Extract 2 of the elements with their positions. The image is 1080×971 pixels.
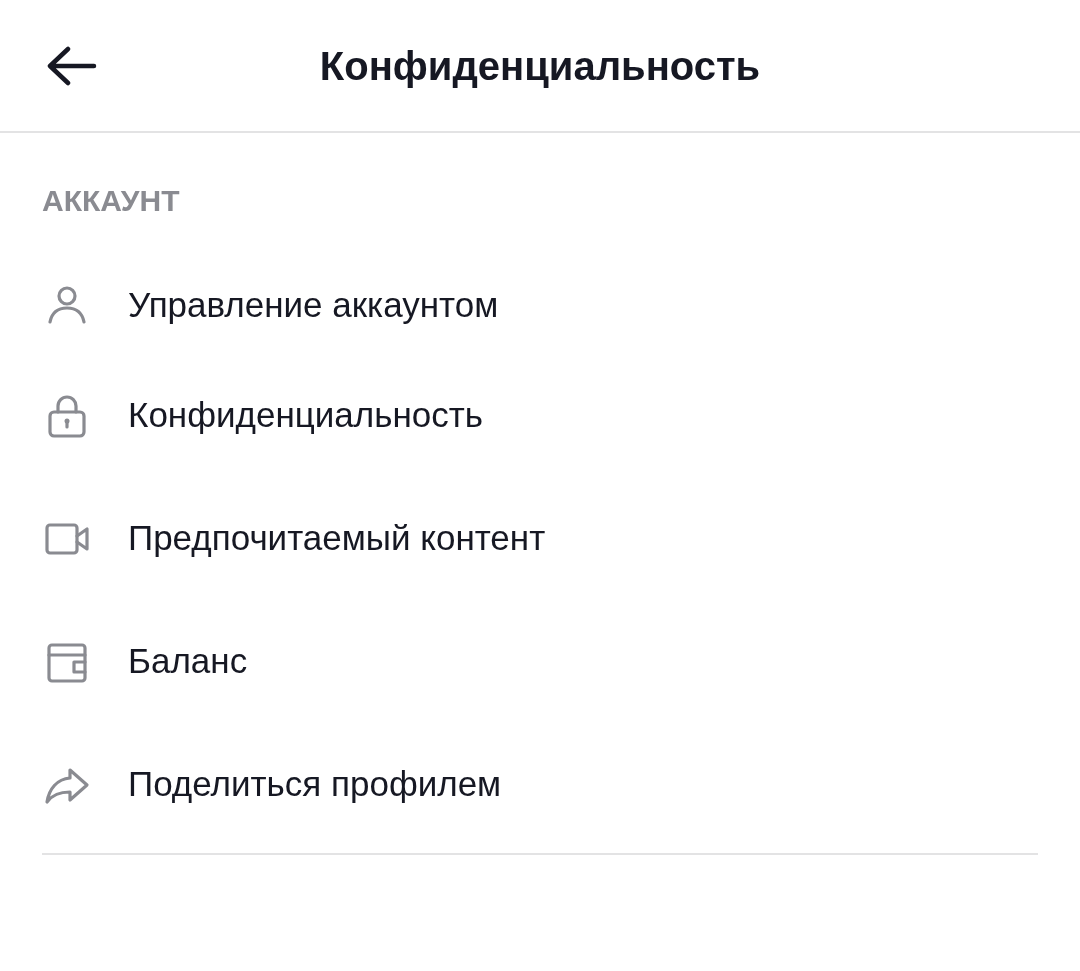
section-heading: АККАУНТ xyxy=(42,183,180,219)
page-title: Конфиденциальность xyxy=(319,42,761,90)
